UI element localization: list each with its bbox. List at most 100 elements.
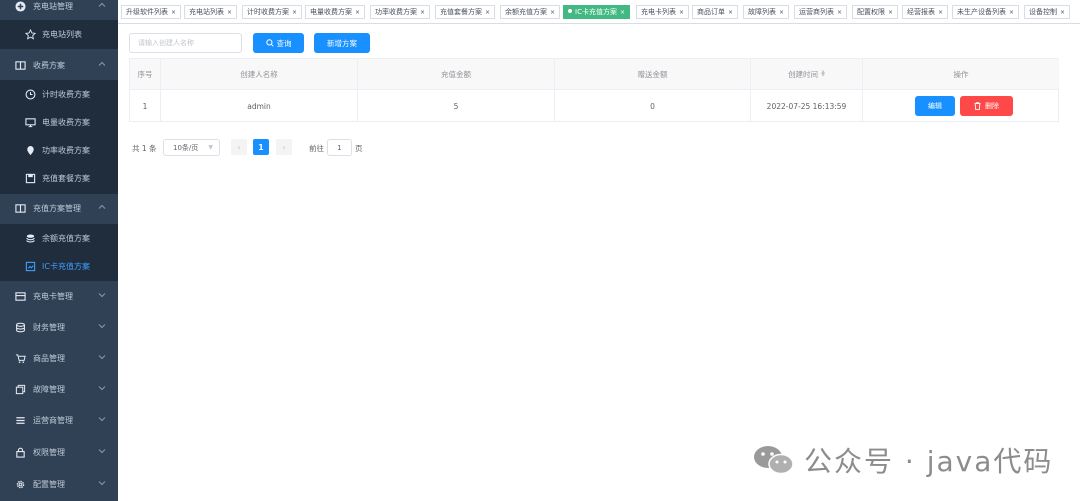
close-icon[interactable]: × [355, 9, 360, 16]
sidebar-item-label: 充值方案管理 [33, 203, 81, 213]
chevron-down-icon [98, 322, 108, 332]
sidebar-item-label: 余额充值方案 [42, 233, 90, 243]
page-size-select[interactable]: 10条/页 ▼ [163, 139, 220, 156]
sidebar-item-label: 计时收费方案 [42, 89, 90, 99]
plus-circle-icon [14, 0, 26, 12]
sidebar-item-wattage-fee[interactable]: 功率收费方案 [0, 136, 118, 164]
sidebar-item-finance-mgmt[interactable]: 财务管理 [0, 313, 118, 341]
chevron-right-icon: › [282, 142, 286, 152]
close-icon[interactable]: × [1060, 9, 1065, 16]
cell-text: 1 [142, 101, 148, 111]
tab-package-plans[interactable]: 充值套餐方案 × [435, 5, 496, 19]
close-icon[interactable]: × [679, 9, 684, 16]
tab-label: 电量收费方案 [310, 8, 352, 16]
sidebar-item-balance-recharge[interactable]: 余额充值方案 [0, 224, 118, 252]
sidebar-item-fault-mgmt[interactable]: 故障管理 [0, 375, 118, 403]
sort-caret-icon[interactable]: ▲ ▼ [821, 70, 825, 78]
cell-created-time: 2022-07-25 16:13:59 [751, 90, 863, 122]
close-icon[interactable]: × [292, 9, 297, 16]
tab-device-control[interactable]: 设备控制 × [1024, 5, 1071, 19]
sidebar-item-power-fee[interactable]: 电量收费方案 [0, 108, 118, 136]
sidebar-item-recharge-mgmt[interactable]: 充值方案管理 [0, 194, 118, 222]
tab-time-fee[interactable]: 计时收费方案 × [242, 5, 303, 19]
sidebar-item-card-mgmt[interactable]: 充电卡管理 [0, 282, 118, 310]
goto-page-input[interactable] [327, 139, 352, 156]
tab-business-report[interactable]: 经营报表 × [902, 5, 949, 19]
tab-power-fee[interactable]: 电量收费方案 × [305, 5, 366, 19]
chevron-down-icon [98, 415, 108, 425]
close-icon[interactable]: × [171, 9, 176, 16]
close-icon[interactable]: × [728, 9, 733, 16]
tab-unproduced-devices[interactable]: 未生产设备列表 × [952, 5, 1020, 19]
query-button[interactable]: 查询 [253, 33, 304, 53]
sidebar-item-station-mgmt[interactable]: 充电站管理 [0, 0, 118, 20]
column-header-creator: 创建人名称 [161, 59, 358, 90]
close-icon[interactable]: × [485, 9, 490, 16]
close-icon[interactable]: × [227, 9, 232, 16]
sidebar-item-goods-mgmt[interactable]: 商品管理 [0, 344, 118, 372]
sidebar-item-label: 权限管理 [33, 447, 65, 457]
sidebar-item-label: 配置管理 [33, 479, 65, 489]
sidebar-item-label: 电量收费方案 [42, 117, 90, 127]
tab-balance-recharge[interactable]: 余额充值方案 × [500, 5, 561, 19]
sidebar-item-label: 商品管理 [33, 353, 65, 363]
watermark-text: 公众号 · java代码 [804, 445, 1054, 478]
chevron-down-icon [98, 479, 108, 489]
sidebar-item-fee-plans[interactable]: 收费方案 [0, 51, 118, 79]
wechat-watermark: 公众号 · java代码 [752, 440, 1053, 480]
column-header-index: 序号 [130, 59, 161, 90]
sidebar-item-ic-card-recharge[interactable]: IC卡充值方案 [0, 252, 118, 280]
cell-bonus: 0 [555, 90, 751, 122]
tags-view-bar: 升级软件列表 × 充电站列表 × 计时收费方案 × 电量收费方案 × 功率收费方案 × 充… [118, 0, 1080, 24]
delete-button[interactable]: 删除 [960, 96, 1013, 116]
tab-station-list[interactable]: 充电站列表 × [184, 5, 238, 19]
tab-label: 商品订单 [697, 8, 725, 16]
cell-text: admin [247, 101, 271, 111]
tab-config-permission[interactable]: 配置权限 × [852, 5, 899, 19]
tab-goods-orders[interactable]: 商品订单 × [692, 5, 739, 19]
add-plan-button[interactable]: 新增方案 [314, 33, 370, 53]
sidebar-item-label: 财务管理 [33, 322, 65, 332]
edit-button-label: 编辑 [928, 102, 942, 110]
close-icon[interactable]: × [888, 9, 893, 16]
chevron-left-icon: ‹ [237, 142, 241, 152]
sidebar-item-config-mgmt[interactable]: 配置管理 [0, 470, 118, 498]
close-icon[interactable]: × [938, 9, 943, 16]
close-icon[interactable]: × [779, 9, 784, 16]
sidebar-item-permission-mgmt[interactable]: 权限管理 [0, 438, 118, 466]
book-icon [14, 202, 26, 214]
tab-ic-card-recharge[interactable]: IC卡充值方案 × [563, 5, 630, 19]
column-header-created-time[interactable]: 创建时间 ▲ ▼ [751, 59, 863, 90]
database-icon [14, 321, 26, 333]
close-icon[interactable]: × [620, 9, 625, 16]
plans-table: 序号 创建人名称 充值金额 赠送金额 创建时间 ▲ ▼ 操作 1 admin 5 … [129, 58, 1059, 122]
tab-wattage-fee[interactable]: 功率收费方案 × [370, 5, 431, 19]
sidebar-item-station-list[interactable]: 充电站列表 [0, 20, 118, 48]
sidebar-item-label: 收费方案 [33, 60, 65, 70]
close-icon[interactable]: × [550, 9, 555, 16]
sidebar-item-time-fee[interactable]: 计时收费方案 [0, 80, 118, 108]
close-icon[interactable]: × [837, 9, 842, 16]
tab-fault-list[interactable]: 故障列表 × [743, 5, 790, 19]
sidebar-item-label: 充电站管理 [33, 1, 73, 11]
page-size-value: 10条/页 [173, 143, 199, 152]
close-icon[interactable]: × [1009, 9, 1014, 16]
edit-button[interactable]: 编辑 [915, 96, 955, 116]
sidebar-item-package-plans[interactable]: 充值套餐方案 [0, 164, 118, 192]
header-label: 创建人名称 [240, 69, 278, 79]
tab-card-list[interactable]: 充电卡列表 × [636, 5, 690, 19]
tab-label: 设备控制 [1029, 8, 1057, 16]
tab-operator-list[interactable]: 运营商列表 × [794, 5, 848, 19]
creator-search-input[interactable] [129, 33, 242, 53]
tab-label: 充电卡列表 [641, 8, 676, 16]
prev-page-button[interactable]: ‹ [231, 139, 247, 155]
tab-label: 充值套餐方案 [440, 8, 482, 16]
close-icon[interactable]: × [420, 9, 425, 16]
tab-label: 功率收费方案 [375, 8, 417, 16]
sidebar-item-operator-mgmt[interactable]: 运营商管理 [0, 406, 118, 434]
coins-icon [24, 232, 36, 244]
next-page-button[interactable]: › [276, 139, 292, 155]
cell-index: 1 [130, 90, 161, 122]
page-number-current[interactable]: 1 [253, 139, 269, 155]
tab-upgrade-software[interactable]: 升级软件列表 × [121, 5, 182, 19]
